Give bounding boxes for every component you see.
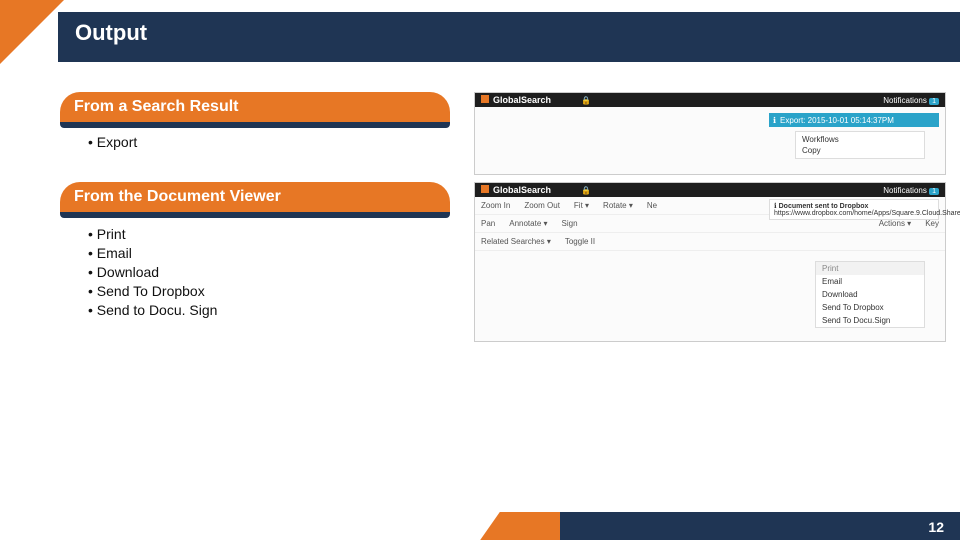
bullet-list: Export xyxy=(60,134,450,150)
toolbar-item: Related Searches ▾ xyxy=(481,237,551,246)
notifications-label: Notifications xyxy=(883,186,927,195)
list-item: Print xyxy=(88,226,450,242)
menu-item: Copy xyxy=(802,145,918,156)
app-header: GlobalSearch 🔒 Notifications 1 xyxy=(475,93,945,107)
section-heading: From the Document Viewer xyxy=(60,182,450,212)
app-name: GlobalSearch xyxy=(493,95,551,105)
logo-icon xyxy=(481,185,489,193)
toolbar-item: Key xyxy=(925,219,939,228)
page-number: 12 xyxy=(928,519,944,535)
menu-item: Download xyxy=(816,288,924,301)
corner-accent xyxy=(0,0,64,64)
app-header: GlobalSearch 🔒 Notifications 1 xyxy=(475,183,945,197)
menu-item: Send To Docu.Sign xyxy=(816,314,924,327)
viewer-toolbar-3: Related Searches ▾ Toggle II xyxy=(475,233,945,251)
app-name: GlobalSearch xyxy=(493,185,551,195)
notifications-badge: 1 xyxy=(929,188,939,195)
context-menu: Workflows Copy xyxy=(795,131,925,159)
menu-item: Workflows xyxy=(802,134,918,145)
menu-item: Print xyxy=(816,262,924,275)
list-item: Email xyxy=(88,245,450,261)
bullet-list: Print Email Download Send To Dropbox Sen… xyxy=(60,226,450,318)
list-item: Export xyxy=(88,134,450,150)
export-banner: ℹ Export: 2015-10-01 05:14:37PM xyxy=(769,113,939,127)
toolbar-item: Toggle II xyxy=(565,237,595,246)
notifications-badge: 1 xyxy=(929,98,939,105)
toolbar-item: Actions ▾ xyxy=(879,219,911,228)
dropbox-note-title: Document sent to Dropbox xyxy=(779,203,869,210)
screenshot-document-viewer: GlobalSearch 🔒 Notifications 1 ℹ Document… xyxy=(474,182,946,342)
list-item: Send to Docu. Sign xyxy=(88,302,450,318)
notifications-label: Notifications xyxy=(883,96,927,105)
toolbar-item: Fit ▾ xyxy=(574,201,589,210)
lock-icon: 🔒 xyxy=(581,96,591,105)
toolbar-item: Zoom In xyxy=(481,201,510,210)
toolbar-item: Pan xyxy=(481,219,495,228)
menu-item: Email xyxy=(816,275,924,288)
dropbox-note-url: https://www.dropbox.com/home/Apps/Square… xyxy=(774,210,960,217)
lock-icon: 🔒 xyxy=(581,186,591,195)
toolbar-item: Rotate ▾ xyxy=(603,201,633,210)
section-document-viewer: From the Document Viewer Print Email Dow… xyxy=(60,182,450,321)
toolbar-item: Annotate ▾ xyxy=(509,219,547,228)
list-item: Send To Dropbox xyxy=(88,283,450,299)
export-banner-text: Export: 2015-10-01 05:14:37PM xyxy=(780,116,894,125)
title-bar xyxy=(58,12,960,62)
toolbar-item: Zoom Out xyxy=(524,201,560,210)
toolbar-item: Ne xyxy=(647,201,657,210)
screenshot-search-result: GlobalSearch 🔒 Notifications 1 ℹ Export: … xyxy=(474,92,946,175)
list-item: Download xyxy=(88,264,450,280)
logo-icon xyxy=(481,95,489,103)
heading-underline xyxy=(60,122,450,128)
page-title: Output xyxy=(75,20,147,46)
heading-underline xyxy=(60,212,450,218)
toolbar-item: Sign xyxy=(562,219,578,228)
menu-item: Send To Dropbox xyxy=(816,301,924,314)
dropbox-notification: ℹ Document sent to Dropbox https://www.d… xyxy=(769,199,939,220)
section-heading: From a Search Result xyxy=(60,92,450,122)
actions-dropdown: Print Email Download Send To Dropbox Sen… xyxy=(815,261,925,328)
footer-bar xyxy=(560,512,960,540)
section-search-result: From a Search Result Export xyxy=(60,92,450,153)
